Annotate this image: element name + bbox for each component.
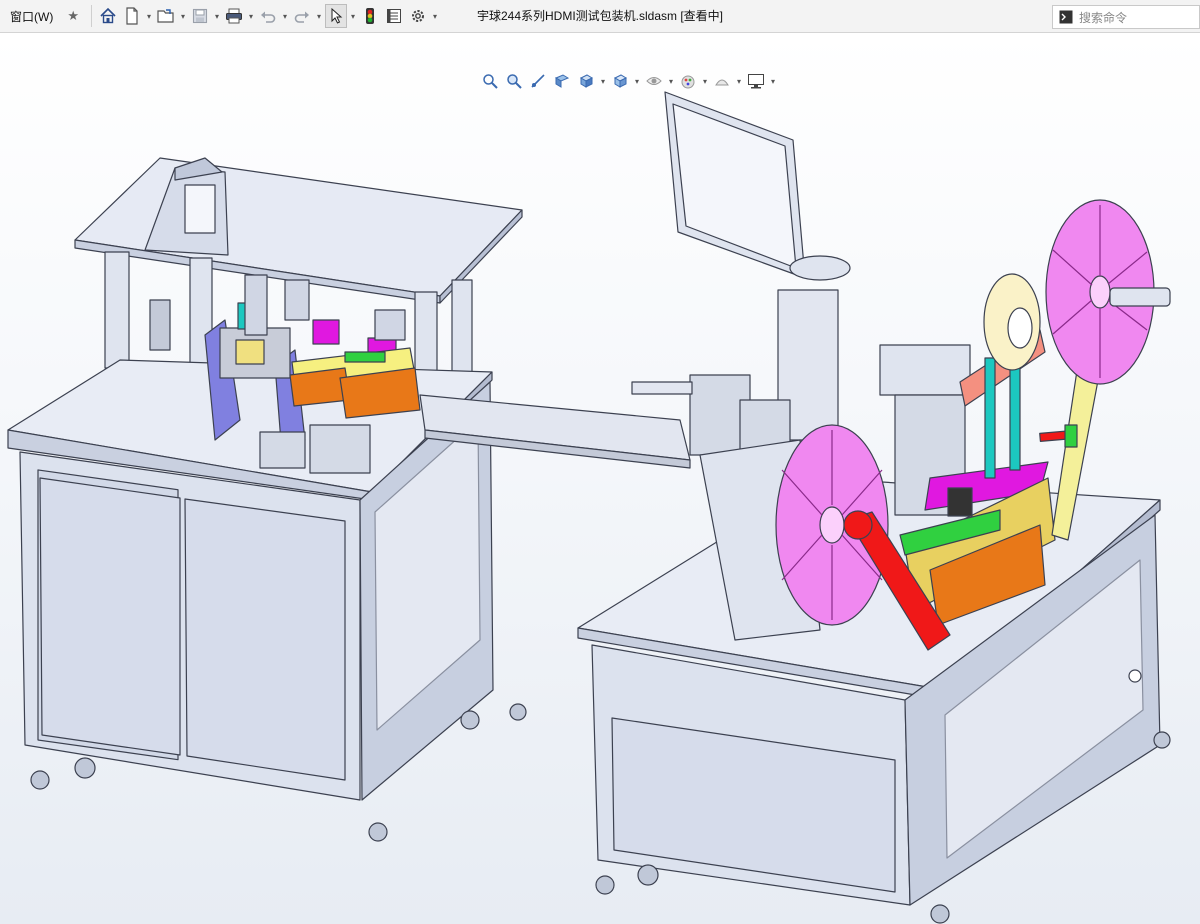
options-gear-icon[interactable] (407, 4, 429, 28)
toolbar-separator (90, 5, 92, 27)
search-commands-box[interactable]: 搜索命令 (1052, 5, 1200, 29)
select-dropdown-icon[interactable]: ▾ (348, 12, 358, 21)
redo-dropdown-icon[interactable]: ▾ (314, 12, 324, 21)
open-dropdown-icon[interactable]: ▾ (178, 12, 188, 21)
save-dropdown-icon[interactable]: ▾ (212, 12, 222, 21)
home-icon[interactable] (97, 4, 119, 28)
right-machine[interactable] (577, 91, 1171, 924)
previous-view-icon[interactable] (527, 70, 549, 92)
undo-dropdown-icon[interactable]: ▾ (280, 12, 290, 21)
hide-show-items-icon[interactable] (643, 70, 665, 92)
window-menu[interactable]: 窗口(W) (0, 8, 59, 25)
save-icon[interactable] (189, 4, 211, 28)
apply-scene-icon[interactable] (711, 70, 733, 92)
rebuild-traffic-light-icon[interactable] (359, 4, 381, 28)
search-placeholder: 搜索命令 (1079, 10, 1128, 25)
graphics-area[interactable]: ▾ ▾ ▾ ▾ ▾ ▾ (0, 33, 1200, 924)
view-orientation-dropdown-icon[interactable]: ▾ (598, 77, 608, 86)
new-document-icon[interactable] (121, 4, 143, 28)
print-dropdown-icon[interactable]: ▾ (246, 12, 256, 21)
view-settings-dropdown-icon[interactable]: ▾ (768, 77, 778, 86)
display-style-dropdown-icon[interactable]: ▾ (632, 77, 642, 86)
zoom-to-area-icon[interactable] (503, 70, 525, 92)
menu-bar: 窗口(W) ★ ▾ ▾ ▾ ▾ ▾ ▾ ▾ ▾ (0, 0, 1200, 33)
pin-icon[interactable]: ★ (59, 8, 87, 24)
command-prompt-icon (1059, 10, 1073, 24)
appearance-dropdown-icon[interactable]: ▾ (700, 77, 710, 86)
new-dropdown-icon[interactable]: ▾ (144, 12, 154, 21)
file-properties-icon[interactable] (383, 4, 405, 28)
view-settings-icon[interactable] (745, 70, 767, 92)
heads-up-view-toolbar: ▾ ▾ ▾ ▾ ▾ ▾ (478, 69, 778, 93)
print-icon[interactable] (223, 4, 245, 28)
hide-show-dropdown-icon[interactable]: ▾ (666, 77, 676, 86)
display-style-icon[interactable] (609, 70, 631, 92)
undo-icon[interactable] (257, 4, 279, 28)
zoom-to-fit-icon[interactable] (479, 70, 501, 92)
left-machine[interactable] (7, 157, 691, 842)
select-arrow-icon[interactable] (324, 4, 347, 28)
redo-icon[interactable] (291, 4, 313, 28)
section-view-icon[interactable] (551, 70, 573, 92)
view-orientation-icon[interactable] (575, 70, 597, 92)
options-dropdown-icon[interactable]: ▾ (430, 12, 440, 21)
open-folder-icon[interactable] (155, 4, 177, 28)
assembly-model[interactable] (0, 33, 1200, 924)
main-toolbar: ▾ ▾ ▾ ▾ ▾ ▾ ▾ ▾ (96, 0, 440, 32)
edit-appearance-icon[interactable] (677, 70, 699, 92)
scene-dropdown-icon[interactable]: ▾ (734, 77, 744, 86)
